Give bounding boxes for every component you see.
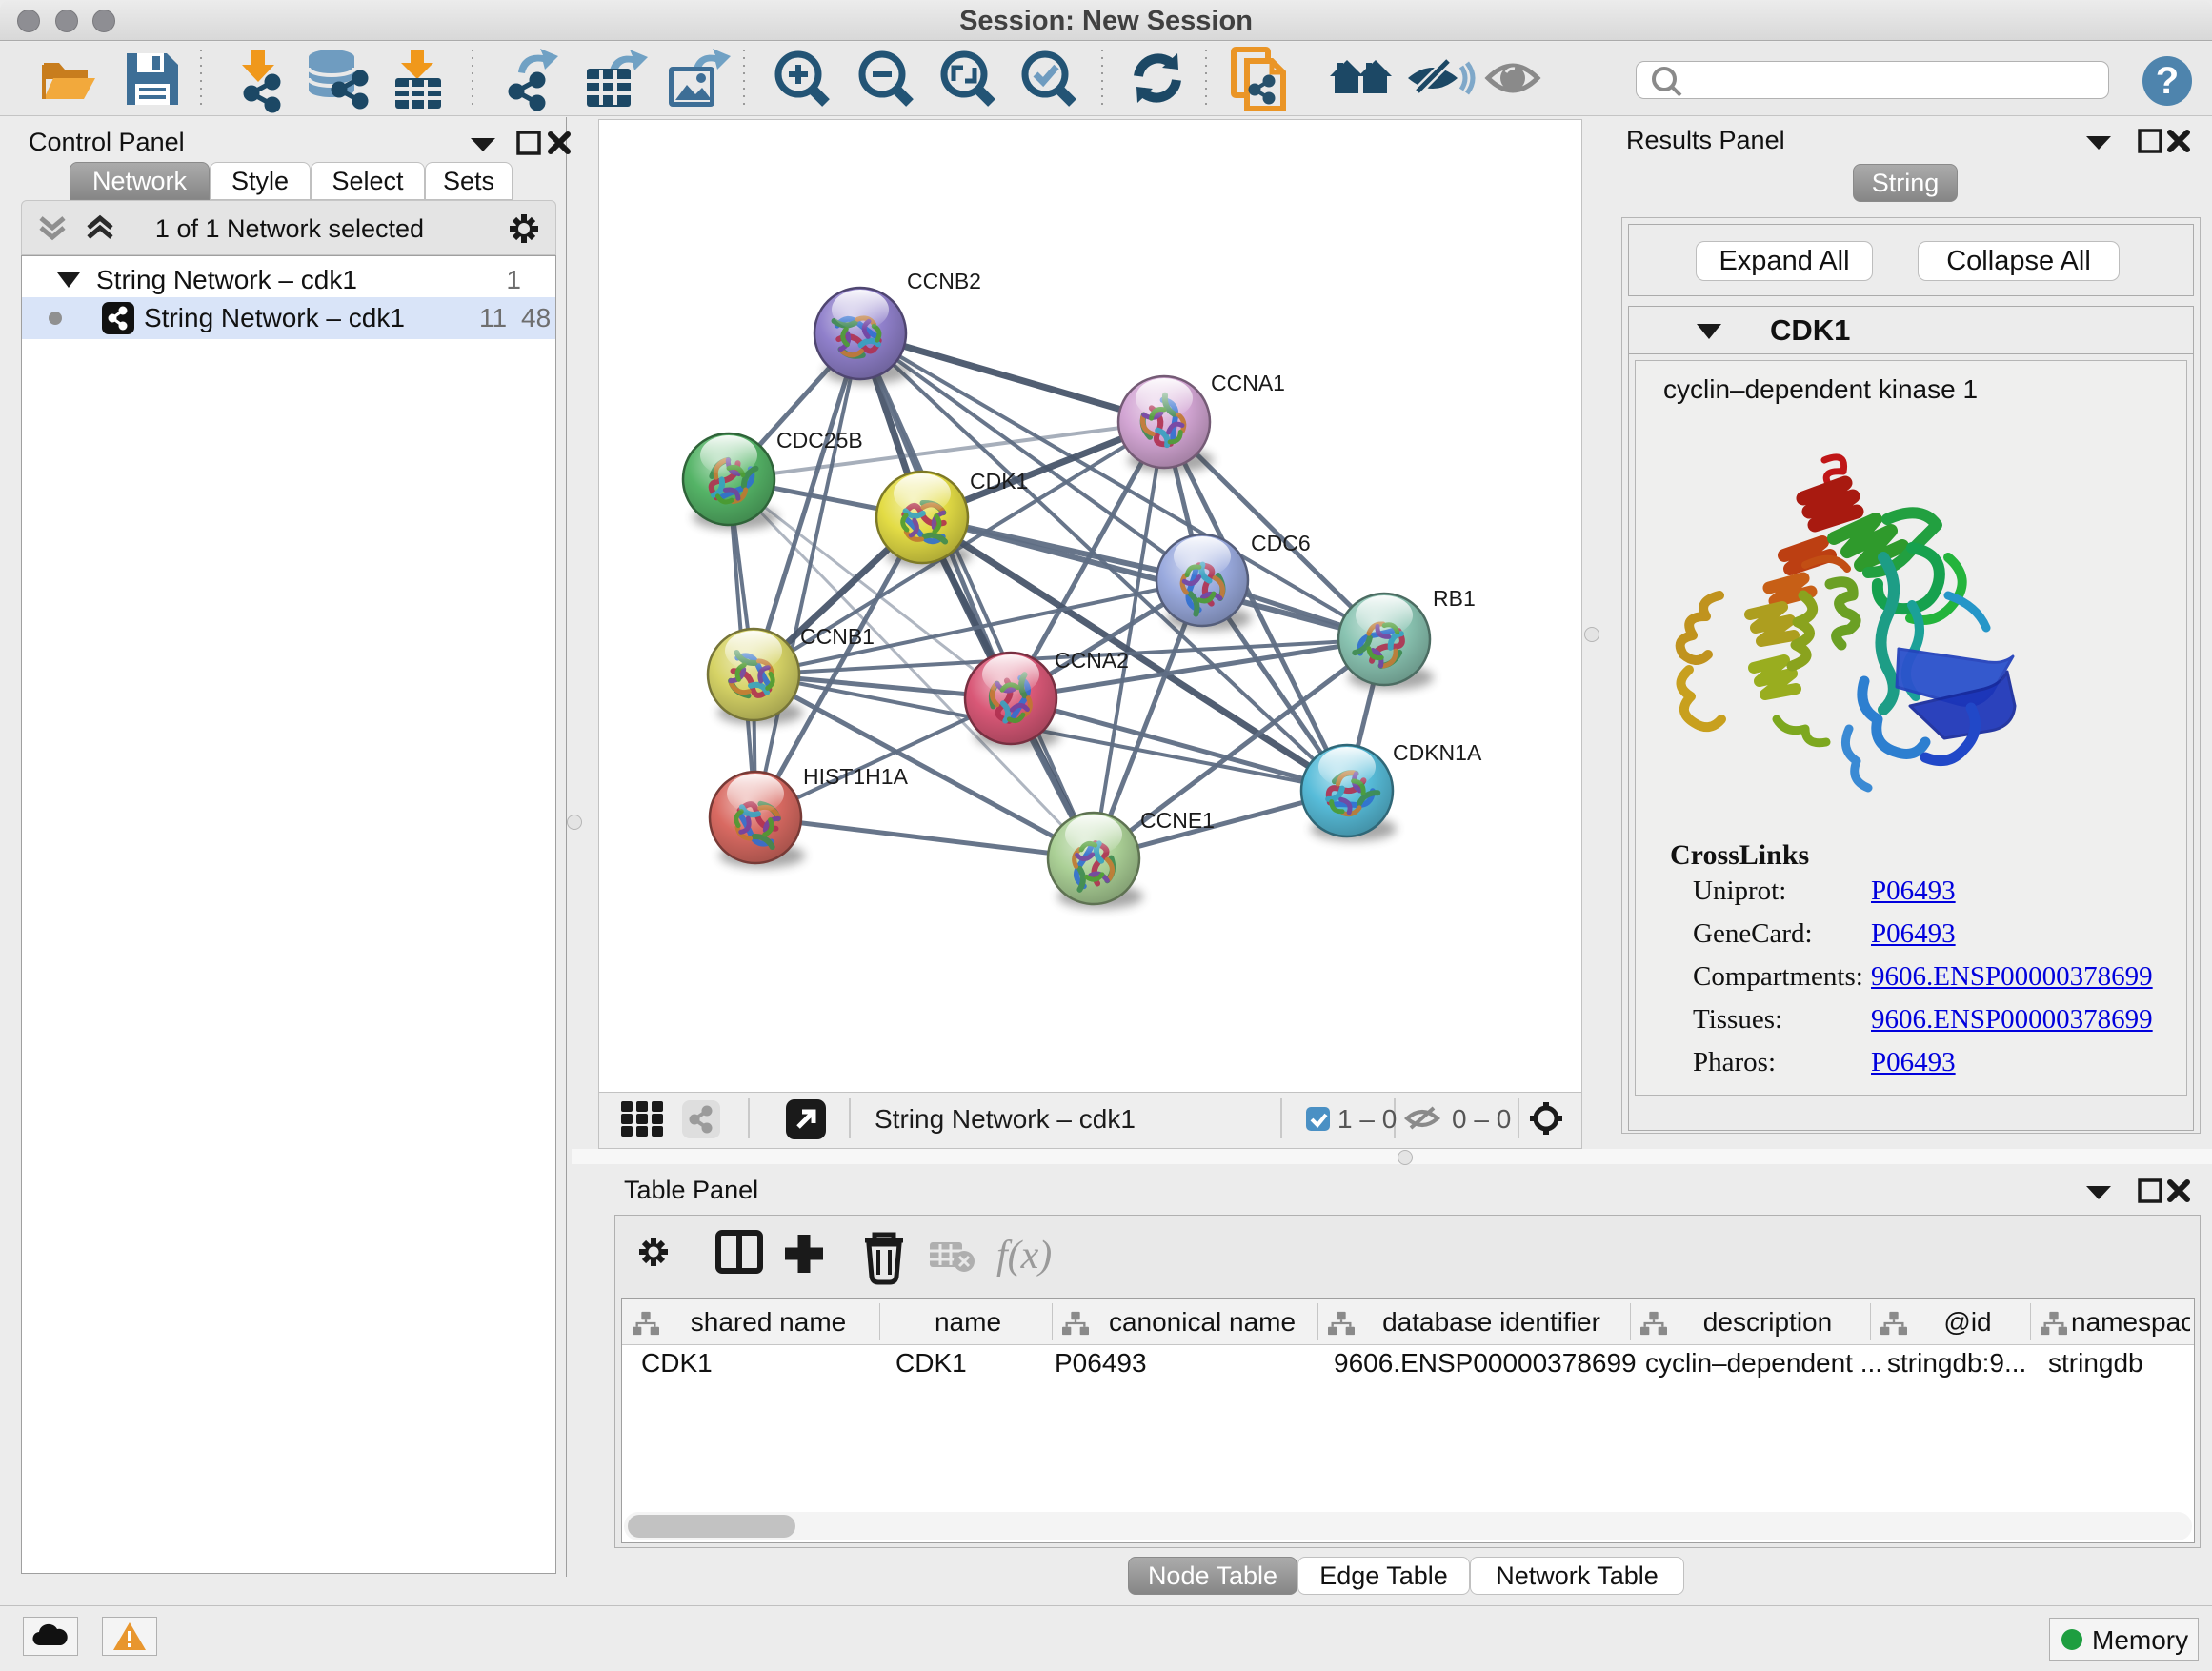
svg-text:CCNA2: CCNA2 — [1055, 648, 1129, 673]
svg-text:CCNA1: CCNA1 — [1211, 371, 1285, 395]
svg-text:0 – 0: 0 – 0 — [1452, 1104, 1511, 1134]
svg-text:CDK1: CDK1 — [970, 469, 1028, 493]
svg-text:RB1: RB1 — [1433, 586, 1476, 611]
svg-text:CCNB2: CCNB2 — [907, 269, 981, 293]
svg-text:CDKN1A: CDKN1A — [1393, 740, 1482, 765]
svg-text:String Network – cdk1: String Network – cdk1 — [875, 1104, 1136, 1134]
svg-text:CCNE1: CCNE1 — [1140, 808, 1215, 833]
svg-text:CDC25B: CDC25B — [776, 428, 863, 453]
svg-text:CDC6: CDC6 — [1251, 531, 1311, 555]
svg-text:HIST1H1A: HIST1H1A — [803, 764, 909, 789]
svg-text:CCNB1: CCNB1 — [800, 624, 875, 649]
svg-text:1 – 0: 1 – 0 — [1337, 1104, 1397, 1134]
svg-text:?: ? — [2156, 60, 2179, 102]
svg-text:f(x): f(x) — [996, 1234, 1052, 1278]
